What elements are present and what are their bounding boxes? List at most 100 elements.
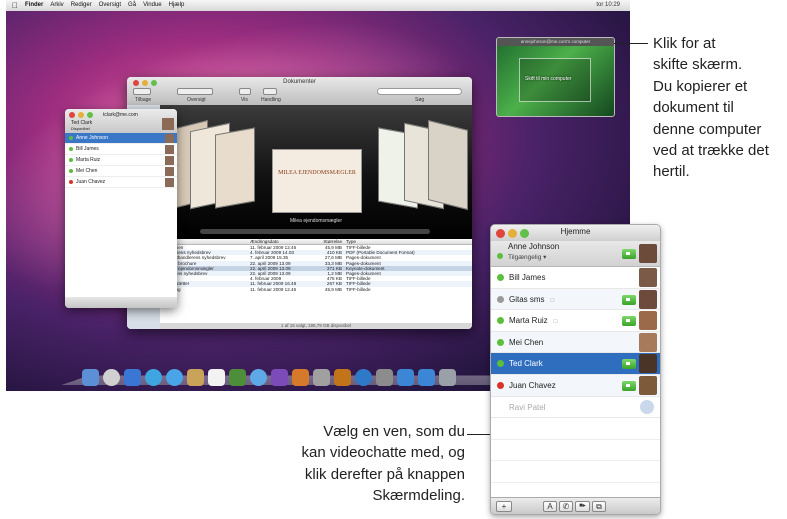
buddy-list-titlebar: Hjemme	[491, 225, 660, 241]
garageband-guitar-icon[interactable]	[334, 369, 351, 386]
cover-flow[interactable]: MILEA EJENDOMSMÆGLER Milea ejendomsmægle…	[160, 105, 472, 239]
finder-toolbar: Dokumenter Tilbage Oversigt Vis Handling…	[127, 77, 472, 105]
finder-icon[interactable]	[82, 369, 99, 386]
menu-hjaelp[interactable]: Hjælp	[169, 0, 185, 11]
camera-icon[interactable]	[622, 380, 636, 391]
screen-share-thumbnail[interactable]: annejohnson@me.com's computer Skift til …	[496, 37, 615, 117]
my-status-menu[interactable]: Tilgængelig ▾	[508, 253, 546, 261]
screen-sharing-button[interactable]: ⧉	[592, 501, 606, 512]
menu-bar:  Finder Arkiv Rediger Oversigt Gå Vindu…	[6, 0, 630, 11]
audio-chat-button[interactable]: ✆	[559, 501, 573, 512]
my-name: Anne Johnson	[508, 242, 560, 251]
avatar	[639, 332, 657, 352]
avatar[interactable]	[639, 244, 657, 263]
documents-folder-icon[interactable]	[418, 369, 435, 386]
buddy-name: Mei Chen	[76, 168, 98, 174]
view-label: Oversigt	[187, 97, 206, 103]
back-label: Tilbage	[135, 97, 152, 103]
menu-oversigt[interactable]: Oversigt	[99, 0, 121, 11]
buddy-row[interactable]: Juan Chavez	[491, 374, 660, 397]
my-status[interactable]: Disponibel	[71, 126, 90, 131]
back-forward-buttons[interactable]	[133, 88, 151, 95]
search-label: Søg	[415, 97, 425, 103]
zoom-button[interactable]	[87, 112, 93, 118]
buddy-row[interactable]: Marta Ruiz	[65, 155, 177, 166]
callout-line: denne computer	[653, 120, 762, 138]
window-title: Dokumenter	[283, 79, 316, 85]
minimize-button[interactable]	[78, 112, 84, 118]
status-dot	[69, 179, 73, 184]
action-button[interactable]	[263, 88, 277, 95]
garageband-icon[interactable]	[292, 369, 309, 386]
camera-icon[interactable]	[622, 249, 636, 259]
column-type[interactable]: Type	[346, 239, 466, 244]
apple-menu-icon[interactable]: 	[12, 0, 18, 11]
camera-icon[interactable]	[622, 316, 636, 327]
imovie-icon[interactable]	[271, 369, 288, 386]
view-mode-buttons[interactable]	[177, 88, 213, 95]
buddy-row[interactable]: Marta Ruiz □	[491, 310, 660, 332]
address-book-icon[interactable]	[187, 369, 204, 386]
buddy-name: Marta Ruiz	[76, 157, 101, 163]
action-label: Handling	[261, 97, 281, 103]
dashboard-icon[interactable]	[103, 369, 120, 386]
buddy-row[interactable]: Bill James	[491, 267, 660, 289]
video-chat-button[interactable]: ■▸	[575, 501, 590, 512]
buddy-list-title: Hjemme	[560, 227, 591, 236]
buddy-row[interactable]: Ted Clark	[491, 353, 660, 375]
iphoto-icon[interactable]	[229, 369, 246, 386]
buddy-row[interactable]: Juan Chavez	[65, 177, 177, 188]
buddy-row[interactable]: Bill James	[65, 144, 177, 155]
menu-rediger[interactable]: Rediger	[71, 0, 92, 11]
file-row[interactable]: Surfing11. februar 2009 12.4645,9 MBTIFF…	[160, 287, 472, 292]
status-dot	[497, 338, 504, 346]
quick-look-button[interactable]	[239, 88, 251, 95]
buddy-row[interactable]: Mei Chen	[491, 331, 660, 354]
status-dot	[69, 135, 73, 140]
switch-screen-label[interactable]: Skift til min computer	[525, 76, 571, 82]
close-button[interactable]	[69, 112, 75, 118]
menubar-clock[interactable]: tor 10:29	[596, 0, 620, 11]
menu-vindue[interactable]: Vindue	[143, 0, 162, 11]
menu-ga[interactable]: Gå	[128, 0, 136, 11]
callout-line: hertil.	[653, 163, 690, 181]
buddy-row[interactable]: Anne Johnson	[65, 133, 177, 144]
itunes-icon[interactable]	[250, 369, 267, 386]
mobile-icon: □	[553, 319, 558, 326]
buddy-name: Ravi Patel	[509, 402, 546, 412]
ical-icon[interactable]	[208, 369, 225, 386]
mail-icon[interactable]	[124, 369, 141, 386]
safari-icon[interactable]	[145, 369, 162, 386]
system-preferences-icon[interactable]	[376, 369, 393, 386]
status-dot	[497, 295, 504, 303]
buddy-name: Bill James	[76, 146, 99, 152]
menu-arkiv[interactable]: Arkiv	[50, 0, 63, 11]
callout-line: klik derefter på knappen	[304, 465, 465, 483]
search-input[interactable]	[377, 88, 462, 95]
time-machine-icon[interactable]	[355, 369, 372, 386]
add-buddy-button[interactable]: +	[496, 501, 512, 512]
camera-icon[interactable]	[622, 359, 636, 370]
empty-row	[491, 461, 660, 483]
camera-icon[interactable]	[622, 294, 636, 305]
column-date[interactable]: Ændringsdato	[250, 239, 312, 244]
applications-folder-icon[interactable]	[397, 369, 414, 386]
buddy-row[interactable]: Mei Chen	[65, 166, 177, 177]
menu-finder[interactable]: Finder	[25, 0, 43, 11]
trash-icon[interactable]	[439, 369, 456, 386]
buddy-row[interactable]: Gitas sms □	[491, 288, 660, 311]
column-size[interactable]: Størrelse	[312, 239, 346, 244]
text-chat-button[interactable]: A	[543, 501, 557, 512]
avatar	[162, 118, 174, 130]
avatar	[639, 289, 657, 309]
preview-icon[interactable]	[313, 369, 330, 386]
cover-flow-scrollbar[interactable]	[200, 229, 430, 234]
ichat-icon[interactable]	[166, 369, 183, 386]
buddy-row[interactable]: Ravi Patel	[491, 396, 660, 419]
buddy-list-footer	[65, 297, 177, 308]
empty-row	[491, 440, 660, 462]
cover-page-selected[interactable]: MILEA EJENDOMSMÆGLER	[272, 149, 362, 213]
avatar	[165, 167, 174, 176]
buddy-list-title: tclark@me.com	[103, 112, 138, 118]
avatar	[639, 268, 657, 287]
